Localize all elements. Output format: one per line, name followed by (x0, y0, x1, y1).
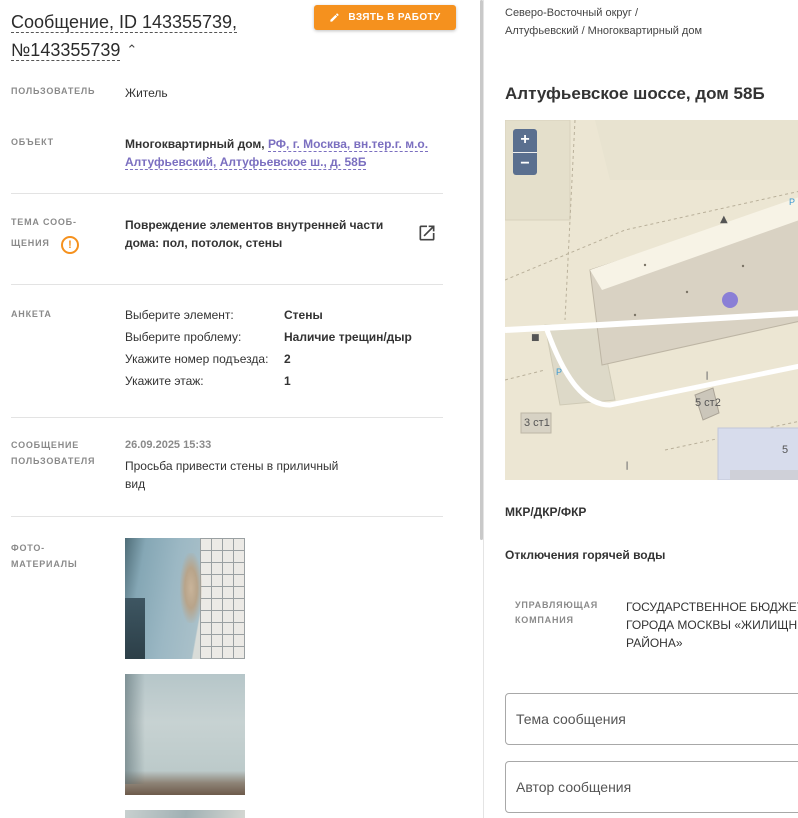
map[interactable]: ▲ ■ ┃ ┃ P P 5 ст2 3 ст1 5 + − (505, 120, 798, 480)
parking-icon: P (789, 197, 796, 207)
author-input[interactable] (506, 762, 798, 812)
parking-icon: P (556, 367, 563, 377)
object-value: Многоквартирный дом, РФ, г. Москва, вн.т… (125, 137, 429, 170)
topic-value: Повреждение элементов внутренней части д… (125, 218, 384, 250)
address-panel: Северо-Восточный округ / Алтуфьевский / … (484, 0, 798, 818)
section-hot-water: Отключения горячей воды (505, 548, 666, 562)
message-title[interactable]: Сообщение, ID 143355739, №143355739 ⌃ (11, 8, 311, 64)
divider (11, 284, 443, 285)
map-label: 3 ст1 (524, 417, 550, 429)
topic-input[interactable] (506, 694, 798, 744)
user-value: Житель (125, 86, 168, 100)
photo-thumbnail[interactable] (125, 810, 245, 818)
user-label: ПОЛЬЗОВАТЕЛЬ (11, 86, 96, 96)
zoom-out-button[interactable]: − (513, 152, 537, 175)
user-message-text: Просьба привести стены в приличный вид (125, 459, 339, 491)
zoom-in-button[interactable]: + (513, 129, 537, 152)
topic-field (505, 693, 798, 745)
map-label: 5 (782, 444, 789, 456)
open-external-icon[interactable] (417, 223, 437, 243)
divider (11, 516, 443, 517)
address-title: Алтуфьевское шоссе, дом 58Б (505, 84, 765, 103)
map-zoom-controls: + − (513, 129, 537, 175)
object-label: ОБЪЕКТ (11, 137, 54, 147)
svg-text:┃: ┃ (625, 461, 629, 470)
author-field (505, 761, 798, 813)
take-to-work-button[interactable]: ВЗЯТЬ В РАБОТУ (314, 5, 456, 30)
map-label: 5 ст2 (695, 397, 721, 409)
photo-thumbnail[interactable] (125, 538, 245, 659)
svg-text:■: ■ (531, 333, 540, 343)
svg-text:┃: ┃ (705, 371, 709, 380)
svg-text:▲: ▲ (720, 214, 728, 225)
pencil-icon (330, 13, 339, 22)
user-message-label: СООБЩЕНИЕ ПОЛЬЗОВАТЕЛЯ (11, 440, 96, 466)
photo-thumbnail[interactable] (125, 674, 245, 795)
photos-label: ФОТО- МАТЕРИАЛЫ (11, 543, 78, 569)
survey-label: АНКЕТА (11, 309, 52, 319)
divider (11, 193, 443, 194)
breadcrumb: Северо-Восточный округ / Алтуфьевский / … (505, 7, 703, 37)
message-details-panel: Сообщение, ID 143355739, №143355739 ⌃ ВЗЯ… (0, 0, 480, 818)
chevron-up-icon[interactable]: ⌃ (126, 36, 137, 64)
divider (11, 417, 443, 418)
message-date: 26.09.2025 15:33 (125, 439, 212, 451)
manager-label: УПРАВЛЯЮЩАЯ КОМПАНИЯ (515, 600, 599, 625)
manager-value: ГОСУДАРСТВЕННОЕ БЮДЖЕТ ГОРОДА МОСКВЫ «ЖИ… (626, 600, 798, 650)
warning-icon[interactable]: ! (61, 236, 79, 254)
section-mkr: МКР/ДКР/ФКР (505, 505, 587, 519)
